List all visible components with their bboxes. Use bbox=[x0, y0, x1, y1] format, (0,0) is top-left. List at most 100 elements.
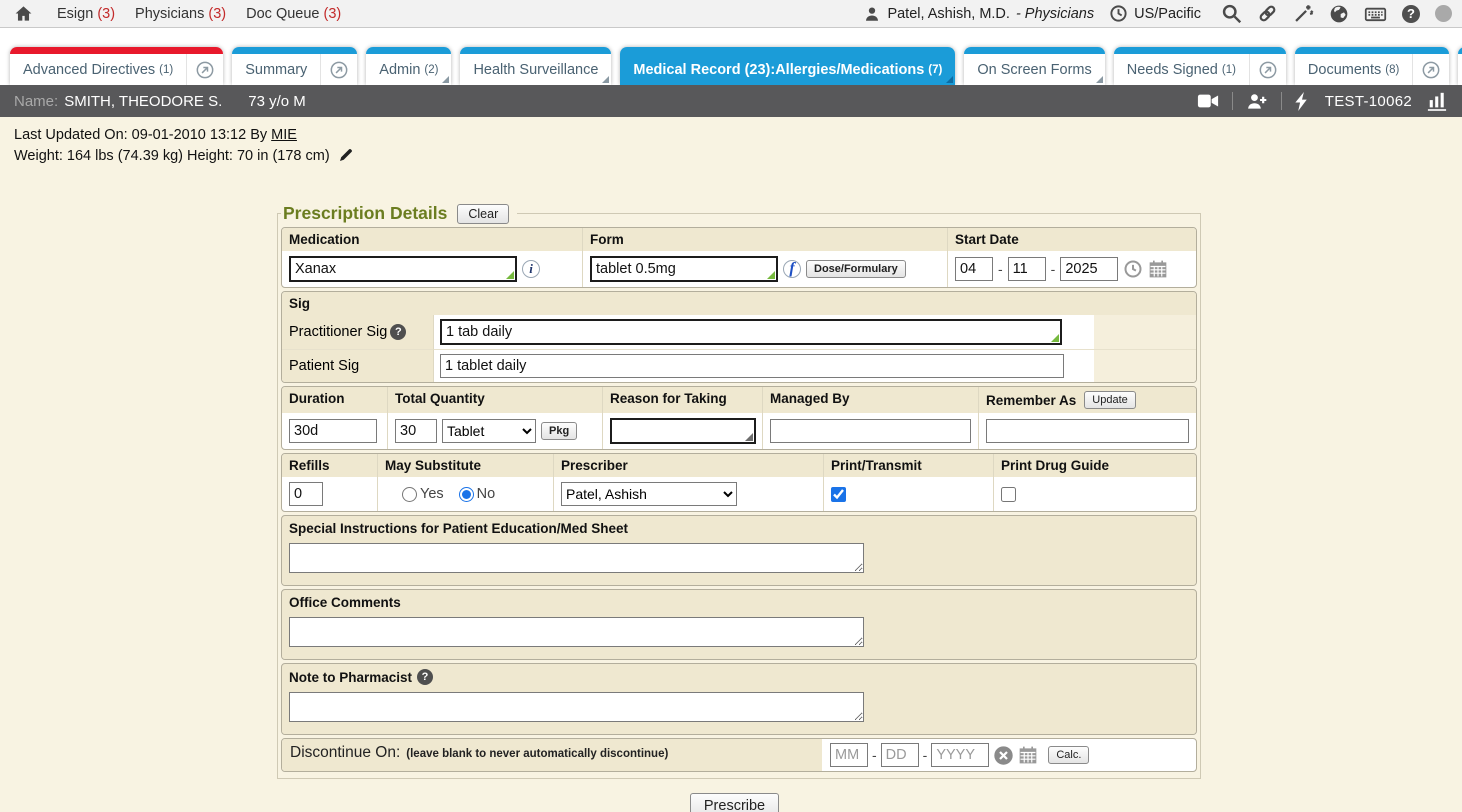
start-date-clock-icon[interactable] bbox=[1123, 259, 1143, 279]
globe-icon[interactable] bbox=[1329, 4, 1349, 24]
total-quantity-header: Total Quantity bbox=[387, 387, 602, 413]
print-transmit-header: Print/Transmit bbox=[823, 454, 993, 477]
dose-formulary-button[interactable]: Dose/Formulary bbox=[806, 260, 906, 278]
formulary-icon[interactable]: f bbox=[783, 260, 801, 278]
tab-health-surveillance[interactable]: Health Surveillance bbox=[460, 47, 611, 85]
practitioner-sig-input[interactable] bbox=[440, 319, 1062, 345]
drug-info-icon[interactable]: i bbox=[522, 260, 540, 278]
discontinue-calendar-icon[interactable] bbox=[1018, 745, 1038, 765]
tab-color-bar bbox=[1114, 47, 1286, 54]
tab-count: (2) bbox=[424, 64, 438, 76]
substitute-no-radio[interactable] bbox=[459, 487, 474, 502]
special-instructions-textarea[interactable] bbox=[289, 543, 864, 573]
start-date-calendar-icon[interactable] bbox=[1148, 259, 1168, 279]
tab-documents[interactable]: Documents(8) bbox=[1295, 47, 1449, 85]
tab-color-bar bbox=[460, 47, 611, 54]
video-call-icon[interactable] bbox=[1197, 92, 1219, 110]
duration-input[interactable] bbox=[289, 419, 377, 443]
substitute-yes-radio[interactable] bbox=[402, 487, 417, 502]
reason-header: Reason for Taking bbox=[602, 387, 762, 413]
help-icon[interactable]: ? bbox=[1402, 5, 1420, 23]
keyboard-icon[interactable] bbox=[1364, 4, 1387, 24]
refills-input[interactable] bbox=[289, 482, 323, 506]
clear-button[interactable]: Clear bbox=[457, 204, 509, 224]
tab-color-bar bbox=[1295, 47, 1449, 54]
chart-info-block: Last Updated On: 09-01-2010 13:12 By MIE… bbox=[0, 117, 1462, 167]
home-icon[interactable] bbox=[14, 4, 33, 23]
managed-by-input[interactable] bbox=[770, 419, 971, 443]
note-to-pharmacist-header-cell: Note to Pharmacist ? bbox=[282, 664, 1196, 687]
start-date-month-input[interactable] bbox=[955, 257, 993, 281]
discontinue-day-input[interactable] bbox=[881, 743, 919, 767]
user-name: Patel, Ashish, M.D. bbox=[887, 6, 1010, 22]
tab-admin[interactable]: Admin(2) bbox=[366, 47, 451, 85]
print-drug-guide-checkbox[interactable] bbox=[1001, 487, 1016, 502]
tab-medical-record-active[interactable]: Medical Record (23):Allergies/Medication… bbox=[620, 47, 955, 85]
discontinue-month-input[interactable] bbox=[830, 743, 868, 767]
tab-summary[interactable]: Summary bbox=[232, 47, 357, 85]
tab-label: Health Surveillance bbox=[473, 62, 598, 78]
link-label: Esign bbox=[57, 6, 93, 22]
total-quantity-input[interactable] bbox=[395, 419, 437, 443]
tab-advanced-directives[interactable]: Advanced Directives(1) bbox=[10, 47, 223, 85]
last-updated-line: Last Updated On: 09-01-2010 13:12 By MIE bbox=[14, 125, 1462, 146]
tab-needs-signed[interactable]: Needs Signed(1) bbox=[1114, 47, 1286, 85]
patient-sig-input[interactable] bbox=[440, 354, 1064, 378]
search-icon[interactable] bbox=[1221, 3, 1242, 24]
discontinue-clear-icon[interactable] bbox=[993, 745, 1014, 766]
popout-icon[interactable] bbox=[1412, 54, 1449, 85]
topbar-link-physicians[interactable]: Physicians (3) bbox=[135, 6, 226, 22]
lightning-icon[interactable] bbox=[1295, 92, 1309, 111]
pkg-button[interactable]: Pkg bbox=[541, 422, 577, 440]
prescriber-select[interactable]: Patel, Ashish bbox=[561, 482, 737, 506]
popout-icon[interactable] bbox=[186, 54, 223, 85]
topbar-link-doc-queue[interactable]: Doc Queue (3) bbox=[246, 6, 341, 22]
tab-label: Documents bbox=[1308, 62, 1381, 78]
tab-on-screen-forms[interactable]: On Screen Forms bbox=[964, 47, 1104, 85]
sig-section: Sig Practitioner Sig ? Patient Sig bbox=[281, 291, 1197, 383]
popout-icon[interactable] bbox=[320, 54, 357, 85]
office-comments-textarea[interactable] bbox=[289, 617, 864, 647]
status-circle bbox=[1435, 5, 1452, 22]
managed-by-header: Managed By bbox=[762, 387, 978, 413]
form-input[interactable] bbox=[590, 256, 778, 282]
topbar-link-esign[interactable]: Esign (3) bbox=[57, 6, 115, 22]
tab-documents-d[interactable]: Documents-D bbox=[1458, 47, 1462, 85]
start-date-year-input[interactable] bbox=[1060, 257, 1118, 281]
top-bar: Esign (3) Physicians (3) Doc Queue (3) P… bbox=[0, 0, 1462, 28]
wand-icon[interactable] bbox=[1293, 3, 1314, 24]
substitute-yes-option[interactable]: Yes bbox=[402, 486, 444, 502]
update-button[interactable]: Update bbox=[1084, 391, 1135, 409]
last-updated-by-link[interactable]: MIE bbox=[271, 127, 297, 143]
popout-icon[interactable] bbox=[1249, 54, 1286, 85]
tab-color-bar bbox=[10, 47, 223, 54]
medication-input[interactable] bbox=[289, 256, 517, 282]
note-to-pharmacist-textarea[interactable] bbox=[289, 692, 864, 722]
reason-for-taking-input[interactable] bbox=[610, 418, 756, 444]
discontinue-year-input[interactable] bbox=[931, 743, 989, 767]
flowsheet-chart-icon[interactable] bbox=[1426, 91, 1448, 111]
print-transmit-checkbox[interactable] bbox=[831, 487, 846, 502]
remember-as-input[interactable] bbox=[986, 419, 1189, 443]
note-to-pharmacist-help-icon[interactable]: ? bbox=[417, 669, 433, 685]
tab-label: Needs Signed bbox=[1127, 62, 1218, 78]
tab-count: (7) bbox=[928, 64, 942, 76]
vitals-text: Weight: 164 lbs (74.39 kg) Height: 70 in… bbox=[14, 148, 330, 164]
edit-vitals-pencil-icon[interactable] bbox=[338, 147, 354, 163]
start-date-day-input[interactable] bbox=[1008, 257, 1046, 281]
quantity-unit-select[interactable]: Tablet bbox=[442, 419, 536, 443]
prescribe-button[interactable]: Prescribe bbox=[690, 793, 779, 812]
link-count: (3) bbox=[97, 6, 115, 22]
calc-button[interactable]: Calc. bbox=[1048, 746, 1089, 764]
chart-tab-bar: Advanced Directives(1) Summary Admin(2) … bbox=[0, 28, 1462, 85]
special-instructions-header: Special Instructions for Patient Educati… bbox=[282, 516, 1196, 538]
medication-header: Medication bbox=[282, 228, 582, 251]
patient-sig-label-cell: Patient Sig bbox=[282, 349, 434, 382]
add-person-icon[interactable] bbox=[1246, 92, 1268, 110]
practitioner-sig-help-icon[interactable]: ? bbox=[390, 324, 406, 340]
tab-label: On Screen Forms bbox=[977, 62, 1091, 78]
substitute-no-option[interactable]: No bbox=[459, 486, 496, 502]
discontinue-hint: (leave blank to never automatically disc… bbox=[406, 748, 668, 760]
link-icon[interactable] bbox=[1257, 3, 1278, 24]
clock-icon[interactable] bbox=[1109, 4, 1128, 23]
